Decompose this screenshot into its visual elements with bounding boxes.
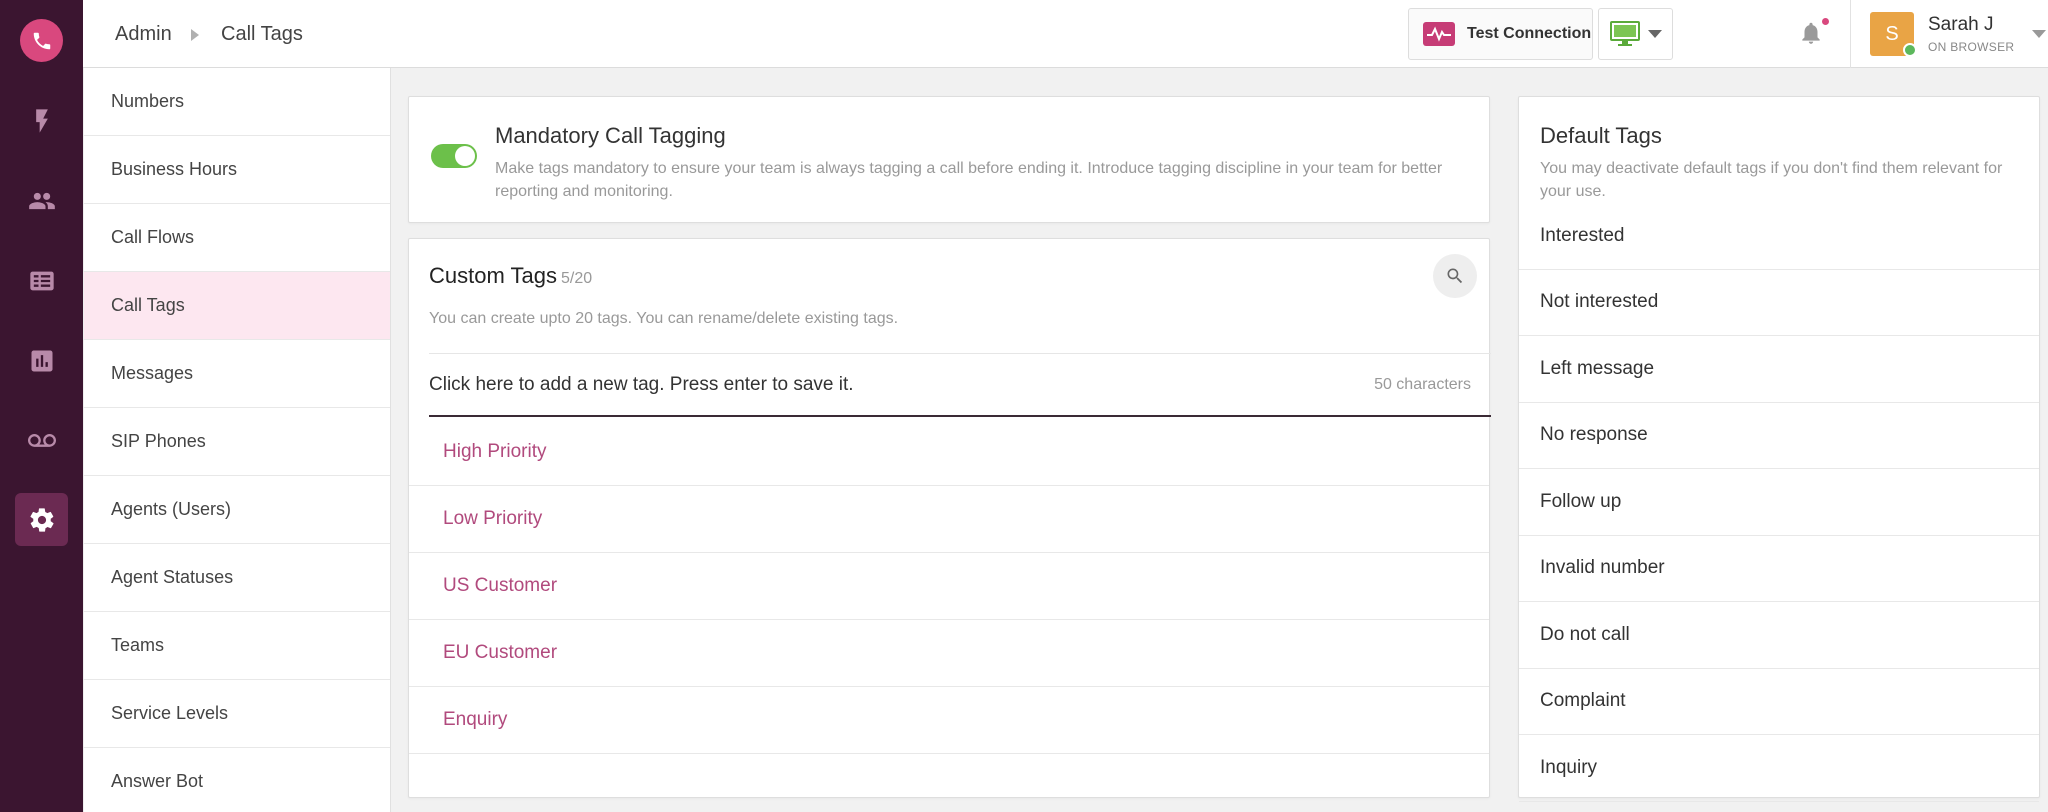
default-tag-item[interactable]: Complaint — [1519, 669, 2039, 735]
default-tag-item[interactable]: Interested — [1519, 203, 2039, 270]
contacts-icon[interactable] — [15, 174, 68, 227]
custom-tag-item[interactable]: EU Customer — [409, 620, 1489, 687]
breadcrumb-current: Call Tags — [221, 23, 303, 45]
id-card-icon[interactable] — [15, 254, 68, 307]
test-connection-label: Test Connection — [1467, 25, 1592, 42]
submenu-item-sip-phones[interactable]: SIP Phones — [83, 408, 390, 476]
custom-tags-description: You can create upto 20 tags. You can ren… — [429, 310, 899, 327]
breadcrumb-admin[interactable]: Admin — [115, 23, 172, 46]
settings-submenu: Numbers Business Hours Call Flows Call T… — [83, 68, 391, 812]
submenu-item-messages[interactable]: Messages — [83, 340, 390, 408]
search-icon — [1447, 268, 1463, 284]
toggle-knob — [455, 146, 475, 166]
new-tag-row: 50 characters — [429, 353, 1491, 417]
submenu-item-service-levels[interactable]: Service Levels — [83, 680, 390, 748]
custom-tag-item[interactable]: US Customer — [409, 553, 1489, 620]
submenu-item-teams[interactable]: Teams — [83, 612, 390, 680]
bolt-icon[interactable] — [15, 94, 68, 147]
chevron-down-icon — [1647, 30, 1662, 38]
breadcrumb-separator-icon — [191, 29, 199, 41]
app-rail — [0, 0, 83, 812]
user-menu-chevron-icon[interactable] — [2032, 30, 2046, 38]
custom-tag-item[interactable]: Low Priority — [409, 486, 1489, 553]
phone-icon[interactable] — [20, 19, 63, 62]
search-button[interactable] — [1433, 254, 1477, 298]
user-status: ON BROWSER — [1928, 40, 2015, 54]
custom-tag-item[interactable]: Enquiry — [409, 687, 1489, 754]
default-tag-item[interactable]: Inquiry — [1519, 735, 2039, 802]
submenu-item-answer-bot[interactable]: Answer Bot — [83, 748, 390, 812]
submenu-item-business-hours[interactable]: Business Hours — [83, 136, 390, 204]
default-tag-list: Interested Not interested Left message N… — [1519, 203, 2039, 802]
bell-icon[interactable] — [1798, 20, 1824, 46]
notification-dot — [1822, 18, 1829, 25]
submenu-item-agents[interactable]: Agents (Users) — [83, 476, 390, 544]
submenu-item-agent-statuses[interactable]: Agent Statuses — [83, 544, 390, 612]
top-header: Admin Call Tags — [83, 0, 2048, 68]
default-tag-item[interactable]: Do not call — [1519, 602, 2039, 669]
submenu-item-call-tags[interactable]: Call Tags — [83, 272, 390, 340]
pulse-icon — [1423, 22, 1455, 46]
default-tags-card: Default Tags You may deactivate default … — [1518, 96, 2040, 802]
custom-tag-list: High Priority Low Priority US Customer E… — [409, 419, 1489, 754]
default-tag-item[interactable]: Invalid number — [1519, 536, 2039, 602]
mandatory-tagging-card: Mandatory Call Tagging Make tags mandato… — [408, 96, 1490, 223]
mandatory-title: Mandatory Call Tagging — [495, 123, 726, 148]
custom-tags-card: Custom Tags 5/20 You can create upto 20 t… — [408, 238, 1491, 798]
default-tag-item[interactable]: Left message — [1519, 336, 2039, 403]
mandatory-description: Make tags mandatory to ensure your team … — [495, 160, 1443, 200]
new-tag-input[interactable] — [429, 354, 1309, 416]
submenu-item-numbers[interactable]: Numbers — [83, 68, 390, 136]
settings-icon[interactable] — [15, 493, 68, 546]
custom-tags-count: 5/20 — [560, 270, 593, 287]
voicemail-icon[interactable] — [15, 414, 68, 467]
header-divider — [1850, 0, 1851, 68]
analytics-icon[interactable] — [15, 334, 68, 387]
test-connection-button[interactable]: Test Connection — [1408, 8, 1593, 60]
submenu-item-call-flows[interactable]: Call Flows — [83, 204, 390, 272]
custom-tag-item[interactable]: High Priority — [409, 419, 1489, 486]
device-selector[interactable] — [1598, 8, 1673, 60]
default-tags-title: Default Tags — [1540, 123, 1662, 148]
mandatory-tagging-toggle[interactable] — [431, 144, 477, 168]
custom-tags-title: Custom Tags — [429, 263, 557, 288]
default-tag-item[interactable]: No response — [1519, 403, 2039, 469]
user-name[interactable]: Sarah J — [1928, 14, 1993, 36]
default-tag-item[interactable]: Follow up — [1519, 469, 2039, 536]
default-tags-description: You may deactivate default tags if you d… — [1540, 160, 2003, 200]
default-tag-item[interactable]: Not interested — [1519, 270, 2039, 336]
monitor-icon — [1609, 21, 1640, 46]
online-status-icon — [1903, 43, 1917, 57]
custom-tags-heading: Custom Tags 5/20 — [429, 263, 592, 289]
char-limit: 50 characters — [1374, 376, 1471, 393]
